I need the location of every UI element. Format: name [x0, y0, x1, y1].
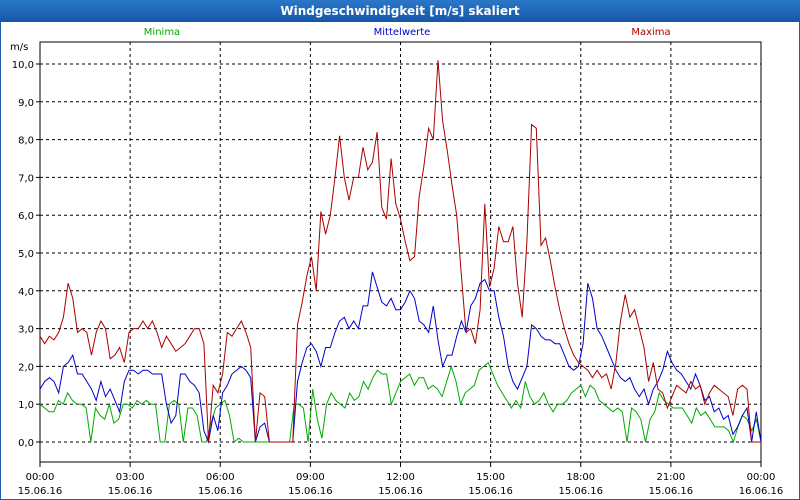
- legend-minima: Minima: [144, 27, 180, 38]
- x-tick-time: 00:00: [747, 472, 776, 483]
- y-tick-label: 3,0: [18, 325, 34, 336]
- y-axis-ticks: 0,0 1,0 2,0 3,0 4,0 5,0 6,0 7,0 8,0 9,0 10,0: [12, 60, 40, 449]
- x-tick-date: 16.06.16: [739, 486, 784, 497]
- y-tick-label: 6,0: [18, 211, 34, 222]
- y-axis-label: m/s: [10, 42, 28, 53]
- y-tick-label: 1,0: [18, 400, 34, 411]
- y-tick-label: 7,0: [18, 173, 34, 184]
- y-tick-label: 10,0: [12, 60, 34, 71]
- y-tick-label: 0,0: [18, 438, 34, 449]
- x-tick-date: 15.06.16: [198, 486, 243, 497]
- x-tick-time: 00:00: [26, 472, 55, 483]
- x-tick-date: 15.06.16: [378, 486, 423, 497]
- x-axis-ticks: 00:00 15.06.16 03:00 15.06.16 06:00 15.06.16 0…: [18, 462, 784, 497]
- x-tick-date: 15.06.16: [558, 486, 603, 497]
- x-tick-date: 15.06.16: [649, 486, 694, 497]
- x-tick-time: 18:00: [566, 472, 595, 483]
- chart: 0,0 1,0 2,0 3,0 4,0 5,0 6,0 7,0 8,0 9,0 10,0 00:00…: [10, 27, 784, 497]
- x-tick-time: 09:00: [296, 472, 325, 483]
- x-tick-time: 06:00: [206, 472, 235, 483]
- y-tick-label: 4,0: [18, 287, 34, 298]
- grid-lines: [40, 42, 761, 462]
- x-tick-date: 15.06.16: [288, 486, 333, 497]
- x-tick-time: 12:00: [386, 472, 415, 483]
- x-tick-time: 21:00: [656, 472, 685, 483]
- x-tick-date: 15.06.16: [108, 486, 153, 497]
- x-tick-date: 15.06.16: [18, 486, 63, 497]
- legend-maxima: Maxima: [631, 27, 670, 38]
- legend-mittelwerte: Mittelwerte: [374, 27, 431, 38]
- y-tick-label: 9,0: [18, 98, 34, 109]
- y-tick-label: 5,0: [18, 249, 34, 260]
- y-tick-label: 8,0: [18, 136, 34, 147]
- y-tick-label: 2,0: [18, 362, 34, 373]
- x-tick-date: 15.06.16: [468, 486, 513, 497]
- x-tick-time: 03:00: [116, 472, 145, 483]
- x-tick-time: 15:00: [476, 472, 505, 483]
